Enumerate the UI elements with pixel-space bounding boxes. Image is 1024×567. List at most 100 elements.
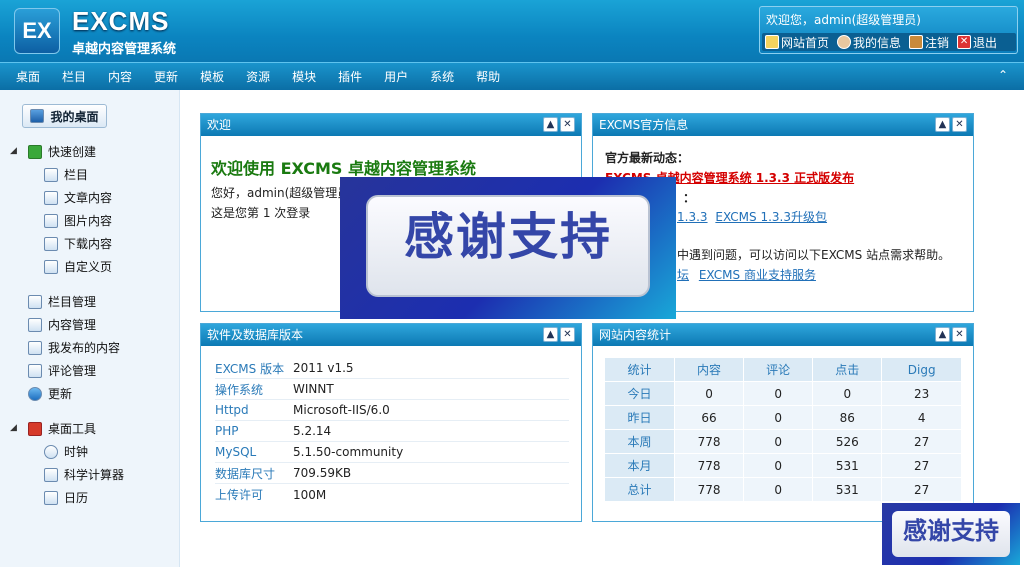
- sidebar-item-my-published[interactable]: 我发布的内容: [28, 339, 120, 356]
- stats-row-label: 总计: [604, 477, 675, 502]
- collapse-panel-icon[interactable]: ▲: [543, 327, 558, 342]
- sidebar-item-my-published-label: 我发布的内容: [48, 341, 121, 355]
- close-panel-icon[interactable]: ✕: [952, 117, 967, 132]
- software-value: 709.59KB: [293, 466, 352, 480]
- stats-cell: 778: [673, 477, 745, 502]
- close-panel-icon[interactable]: ✕: [560, 327, 575, 342]
- stats-cell: 0: [743, 477, 814, 502]
- download-link-upgrade[interactable]: EXCMS 1.3.3升级包: [715, 210, 827, 224]
- thanks-watermark-small: 感谢支持: [882, 503, 1020, 565]
- menu-system[interactable]: 系统: [430, 68, 454, 85]
- logout-label: 注销: [925, 35, 950, 50]
- table-row: 今日 0 0 0 23: [604, 381, 962, 406]
- software-key: 操作系统: [215, 382, 264, 397]
- welcome-text: 欢迎您，admin(超级管理员): [766, 13, 921, 27]
- sidebar-item-content-manage[interactable]: 内容管理: [28, 316, 96, 333]
- desktop-tools-group[interactable]: 桌面工具: [28, 420, 96, 437]
- logo-subtitle: 卓越内容管理系统: [72, 42, 177, 57]
- business-support-link[interactable]: EXCMS 商业支持服务: [699, 268, 816, 282]
- stats-cell: 0: [812, 381, 883, 406]
- software-key: 数据库尺寸: [215, 466, 276, 481]
- site-home-label: 网站首页: [781, 35, 830, 50]
- stats-panel-title: 网站内容统计 ▲ ✕: [593, 324, 973, 346]
- quick-create-column[interactable]: 栏目: [44, 166, 88, 183]
- sidebar-item-comment-manage[interactable]: 评论管理: [28, 362, 96, 379]
- quick-create-article-label: 文章内容: [64, 191, 113, 205]
- menu-help[interactable]: 帮助: [476, 68, 500, 85]
- thanks-watermark: 感谢支持: [340, 177, 676, 319]
- exit-label: 退出: [973, 35, 998, 50]
- collapse-panel-icon[interactable]: ▲: [935, 117, 950, 132]
- menu-content[interactable]: 内容: [108, 68, 132, 85]
- software-value: WINNT: [293, 382, 334, 396]
- site-home-link[interactable]: 网站首页: [765, 34, 829, 51]
- sidebar-item-update-label: 更新: [48, 387, 73, 401]
- software-value: 5.2.14: [293, 424, 332, 438]
- welcome-user-line: 您好，admin(超级管理员: [211, 186, 350, 200]
- official-info-panel-title: EXCMS官方信息 ▲ ✕: [593, 114, 973, 136]
- software-row: EXCMS 版本 2011 v1.5: [215, 358, 569, 379]
- stats-cell: 0: [743, 405, 814, 430]
- software-row: PHP 5.2.14: [215, 421, 569, 442]
- quick-create-custom-page[interactable]: 自定义页: [44, 258, 112, 275]
- my-published-icon: [28, 340, 42, 355]
- my-desktop-button[interactable]: 我的桌面: [22, 104, 107, 128]
- stats-cell: 66: [673, 405, 745, 430]
- collapse-panel-icon[interactable]: ▲: [935, 327, 950, 342]
- download-icon: [44, 236, 58, 251]
- menu-desktop[interactable]: 桌面: [16, 68, 40, 85]
- quick-create-label: 快速创建: [48, 145, 97, 159]
- stats-row-label: 本月: [604, 453, 675, 478]
- menu-user[interactable]: 用户: [384, 68, 408, 85]
- quick-create-article[interactable]: 文章内容: [44, 189, 112, 206]
- logout-link[interactable]: 注销: [909, 34, 949, 51]
- table-row: 本周 778 0 526 27: [604, 429, 962, 454]
- menu-template[interactable]: 模板: [200, 68, 224, 85]
- stats-cell: 27: [881, 453, 962, 478]
- expand-quick-create-icon[interactable]: ◢: [10, 146, 17, 156]
- tool-calculator[interactable]: 科学计算器: [44, 466, 124, 483]
- download-link-version[interactable]: 1.3.3: [677, 210, 708, 224]
- close-panel-icon[interactable]: ✕: [560, 117, 575, 132]
- menu-module[interactable]: 模块: [292, 68, 316, 85]
- expand-tools-icon[interactable]: ◢: [10, 423, 17, 433]
- my-info-link[interactable]: 我的信息: [837, 34, 901, 51]
- software-value: 2011 v1.5: [293, 361, 354, 375]
- software-row: MySQL 5.1.50-community: [215, 442, 569, 463]
- main-menu: 桌面 栏目 内容 更新 模板 资源 模块 插件 用户 系统 帮助 ⌃: [0, 62, 1024, 90]
- stats-header-cell: 点击: [812, 357, 883, 382]
- tool-calendar[interactable]: 日历: [44, 489, 88, 506]
- stats-table: 统计 内容 评论 点击 Digg 今日 0 0 0 23 昨日 66 0 86 …: [604, 357, 962, 502]
- stats-cell: 0: [743, 453, 814, 478]
- stats-header-cell: 统计: [604, 357, 675, 382]
- menu-update[interactable]: 更新: [154, 68, 178, 85]
- close-panel-icon[interactable]: ✕: [952, 327, 967, 342]
- tool-clock[interactable]: 时钟: [44, 443, 88, 460]
- stats-header-cell: 内容: [673, 357, 745, 382]
- exit-link[interactable]: ✕ 退出: [957, 34, 997, 51]
- quick-create-image[interactable]: 图片内容: [44, 212, 112, 229]
- forum-link[interactable]: 坛: [677, 268, 689, 282]
- collapse-menu-icon[interactable]: ⌃: [998, 68, 1008, 82]
- calendar-icon: [44, 490, 58, 505]
- sidebar-item-column-manage[interactable]: 栏目管理: [28, 293, 96, 310]
- user-links: 网站首页 我的信息 注销 ✕ 退出: [762, 33, 1016, 51]
- menu-resource[interactable]: 资源: [246, 68, 270, 85]
- table-row: 总计 778 0 531 27: [604, 477, 962, 502]
- menu-plugin[interactable]: 插件: [338, 68, 362, 85]
- sidebar-item-update[interactable]: 更新: [28, 385, 72, 402]
- quick-create-download[interactable]: 下载内容: [44, 235, 112, 252]
- collapse-panel-icon[interactable]: ▲: [543, 117, 558, 132]
- sidebar-item-content-manage-label: 内容管理: [48, 318, 97, 332]
- software-key: Httpd: [215, 403, 249, 417]
- toolbox-icon: [28, 421, 42, 436]
- software-row: 上传许可 100M: [215, 484, 569, 505]
- logo-mark: EX: [14, 8, 60, 54]
- stats-panel-title-text: 网站内容统计: [599, 328, 672, 342]
- software-value: 100M: [293, 487, 327, 502]
- menu-column[interactable]: 栏目: [62, 68, 86, 85]
- software-key: PHP: [215, 424, 239, 438]
- quick-create-group[interactable]: 快速创建: [28, 143, 96, 160]
- stats-cell: 526: [812, 429, 883, 454]
- home-icon: [765, 35, 779, 49]
